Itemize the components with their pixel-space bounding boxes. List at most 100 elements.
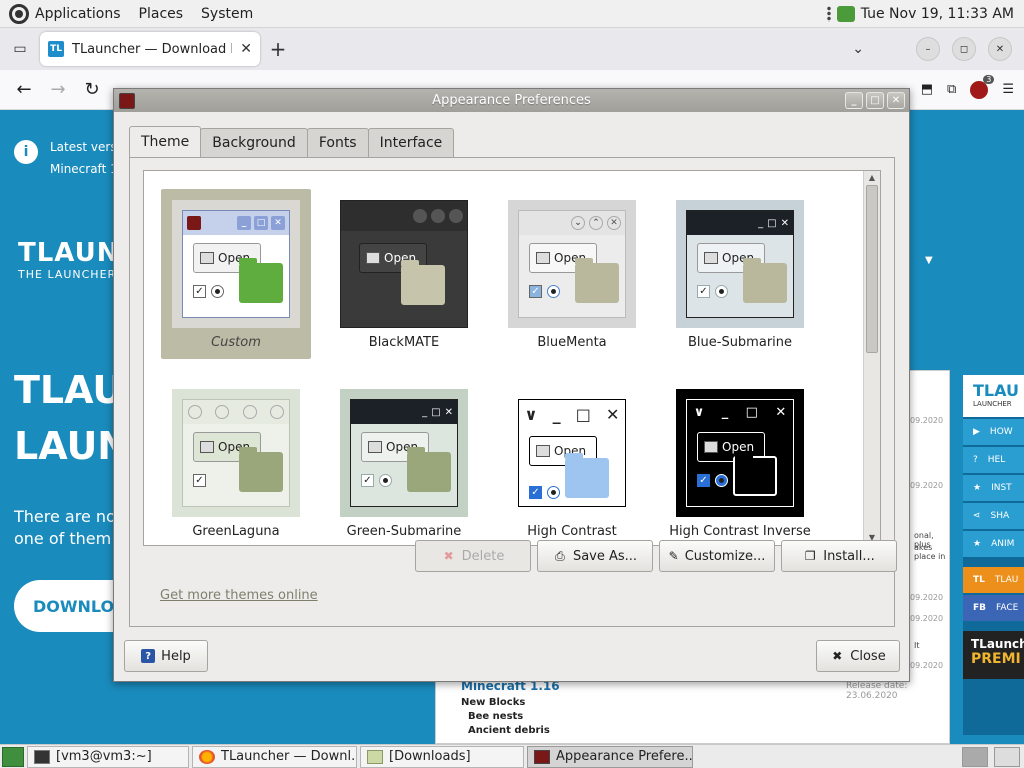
folder-icon <box>239 258 283 303</box>
premium-banner-line1: TLaunch <box>971 637 1024 651</box>
theme-item-high-contrast[interactable]: ∨ _ □ ✕ Open ✓ High Contrast <box>497 378 647 545</box>
clock[interactable]: Tue Nov 19, 11:33 AM <box>861 6 1014 22</box>
close-tab-icon[interactable]: ✕ <box>240 41 252 57</box>
theme-list[interactable]: _ □ ✕ Open ✓ Custom Open BlackMATE ⌄ ⌃ ✕… <box>143 170 881 546</box>
forward-icon[interactable]: → <box>44 79 72 100</box>
folder-icon <box>367 749 383 764</box>
dialog-titlebar[interactable]: Appearance Preferences _ □ ✕ <box>114 89 909 112</box>
customize-button[interactable]: ✎ Customize... <box>659 540 775 572</box>
extension-badge: 3 <box>983 74 995 84</box>
close-icon: ✕ <box>271 216 285 230</box>
premium-banner-line2: PREMI <box>971 651 1021 667</box>
tab-background[interactable]: Background <box>200 128 308 157</box>
dialog-close-icon[interactable]: ✕ <box>887 92 905 109</box>
browser-tab-bar: ▭ TL TLauncher — Download Mi ✕ + ⌄ – ◻ ✕ <box>0 28 1024 70</box>
system-menu[interactable]: System <box>192 0 262 27</box>
delete-button[interactable]: ✖ Delete <box>415 540 531 572</box>
sidebar-item-label: HOW <box>989 427 1013 437</box>
applications-menu-label: Applications <box>35 5 121 22</box>
chevron-down-icon[interactable]: ⌄ <box>852 41 864 57</box>
news-snippet: It <box>914 641 920 650</box>
theme-list-scrollbar[interactable]: ▲ ▼ <box>863 171 880 545</box>
appearance-app-icon <box>534 749 550 764</box>
workspace-1[interactable] <box>962 746 988 767</box>
news-date: 09.2020 <box>910 481 944 490</box>
sidebar-item-help[interactable]: ? HEL <box>963 447 1024 473</box>
sidebar-item-install[interactable]: ★ INST <box>963 475 1024 501</box>
sidebar-item-how[interactable]: ▶ HOW <box>963 419 1024 445</box>
folder-icon <box>239 447 283 492</box>
sidebar-item-tl[interactable]: TL TLAU <box>963 567 1024 593</box>
theme-item-blackmate[interactable]: Open BlackMATE <box>329 189 479 359</box>
workspace-switcher[interactable] <box>962 746 1024 767</box>
caret-down-icon[interactable]: ▼ <box>925 255 933 266</box>
tab-theme[interactable]: Theme <box>129 126 202 157</box>
minimize-icon[interactable]: – <box>916 37 940 61</box>
subtext-line: There are no <box>14 507 116 526</box>
tab-fonts[interactable]: Fonts <box>306 128 369 157</box>
appearance-app-icon <box>119 92 135 109</box>
theme-name: BlueMenta <box>537 335 607 350</box>
install-button[interactable]: ❐ Install... <box>781 540 897 572</box>
tab-interface[interactable]: Interface <box>367 128 455 157</box>
back-icon[interactable]: ← <box>10 79 38 100</box>
install-button-label: Install... <box>823 548 875 564</box>
ublock-extension-icon[interactable]: 3 <box>970 74 995 99</box>
checkbox-icon: ✓ <box>361 474 374 487</box>
extensions-icon[interactable]: ⧉ <box>947 82 956 97</box>
taskbar-item-firefox[interactable]: TLauncher — Downl... <box>192 745 357 768</box>
hero-line: LAUN <box>14 424 130 468</box>
dialog-minimize-icon[interactable]: _ <box>845 92 863 109</box>
show-desktop-icon[interactable] <box>2 746 24 767</box>
sidebar-item-anim[interactable]: ★ ANIM <box>963 531 1024 557</box>
save-as-button-label: Save As... <box>572 548 638 564</box>
radio-icon <box>715 285 728 298</box>
folder-icon <box>565 453 609 498</box>
theme-item-greenlaguna[interactable]: Open ✓ GreenLaguna <box>161 378 311 545</box>
taskbar-item-appearance[interactable]: Appearance Prefere... <box>527 745 693 768</box>
get-more-themes-link[interactable]: Get more themes online <box>160 588 318 603</box>
taskbar-item-terminal[interactable]: [vm3@vm3:~] <box>27 745 189 768</box>
theme-item-high-contrast-inverse[interactable]: ∨ _ □ ✕ Open ✓ High Contrast Inverse <box>665 378 815 545</box>
theme-item-bluementa[interactable]: ⌄ ⌃ ✕ Open ✓ BlueMenta <box>497 189 647 359</box>
save-to-pocket-icon[interactable]: ⬒ <box>921 82 933 97</box>
theme-tab-panel: _ □ ✕ Open ✓ Custom Open BlackMATE ⌄ ⌃ ✕… <box>129 157 897 627</box>
help-button[interactable]: ? Help <box>124 640 208 672</box>
checkbox-icon: ✓ <box>697 285 710 298</box>
taskbar-item-label: TLauncher — Downl... <box>221 749 357 764</box>
dialog-footer: ? Help ✖ Close <box>124 640 900 672</box>
close-window-icon[interactable]: ✕ <box>988 37 1012 61</box>
theme-item-green-submarine[interactable]: _ □ ✕ Open ✓ Green-Submarine <box>329 378 479 545</box>
dialog-maximize-icon[interactable]: □ <box>866 92 884 109</box>
theme-name: Green-Submarine <box>346 524 462 539</box>
reload-icon[interactable]: ↻ <box>78 79 106 100</box>
theme-name: GreenLaguna <box>192 524 280 539</box>
scroll-up-icon[interactable]: ▲ <box>864 171 880 185</box>
premium-banner[interactable]: TLaunch PREMI <box>963 631 1024 679</box>
sidebar-item-facebook[interactable]: FB FACE <box>963 595 1024 621</box>
theme-item-blue-submarine[interactable]: _ □ ✕ Open ✓ Blue-Submarine <box>665 189 815 359</box>
notice-line: Latest versi <box>50 140 120 154</box>
close-button[interactable]: ✖ Close <box>816 640 900 672</box>
customize-button-label: Customize... <box>684 548 766 564</box>
folder-icon <box>401 260 445 305</box>
list-all-tabs-icon[interactable]: ▭ <box>0 41 40 57</box>
maximize-icon[interactable]: ◻ <box>952 37 976 61</box>
new-tab-icon[interactable]: + <box>260 37 296 61</box>
sidebar-item-label: INST <box>991 483 1012 493</box>
scrollbar-thumb[interactable] <box>866 185 878 353</box>
menu-icon[interactable]: ☰ <box>1002 82 1014 97</box>
hero-line: TLAU <box>14 368 124 412</box>
workspace-2[interactable] <box>994 746 1020 767</box>
checkbox-icon: ✓ <box>529 285 542 298</box>
network-icon[interactable] <box>836 5 855 22</box>
places-menu[interactable]: Places <box>130 0 193 27</box>
applications-menu[interactable]: Applications <box>0 0 130 27</box>
browser-tab[interactable]: TL TLauncher — Download Mi ✕ <box>40 32 260 66</box>
save-as-button[interactable]: ⎙ Save As... <box>537 540 653 572</box>
sidebar-item-share[interactable]: ⋖ SHA <box>963 503 1024 529</box>
theme-item-custom[interactable]: _ □ ✕ Open ✓ Custom <box>161 189 311 359</box>
theme-name: BlackMATE <box>368 335 440 350</box>
taskbar-item-downloads[interactable]: [Downloads] <box>360 745 524 768</box>
site-logo[interactable]: TLAUN THE LAUNCHER <box>18 238 120 281</box>
